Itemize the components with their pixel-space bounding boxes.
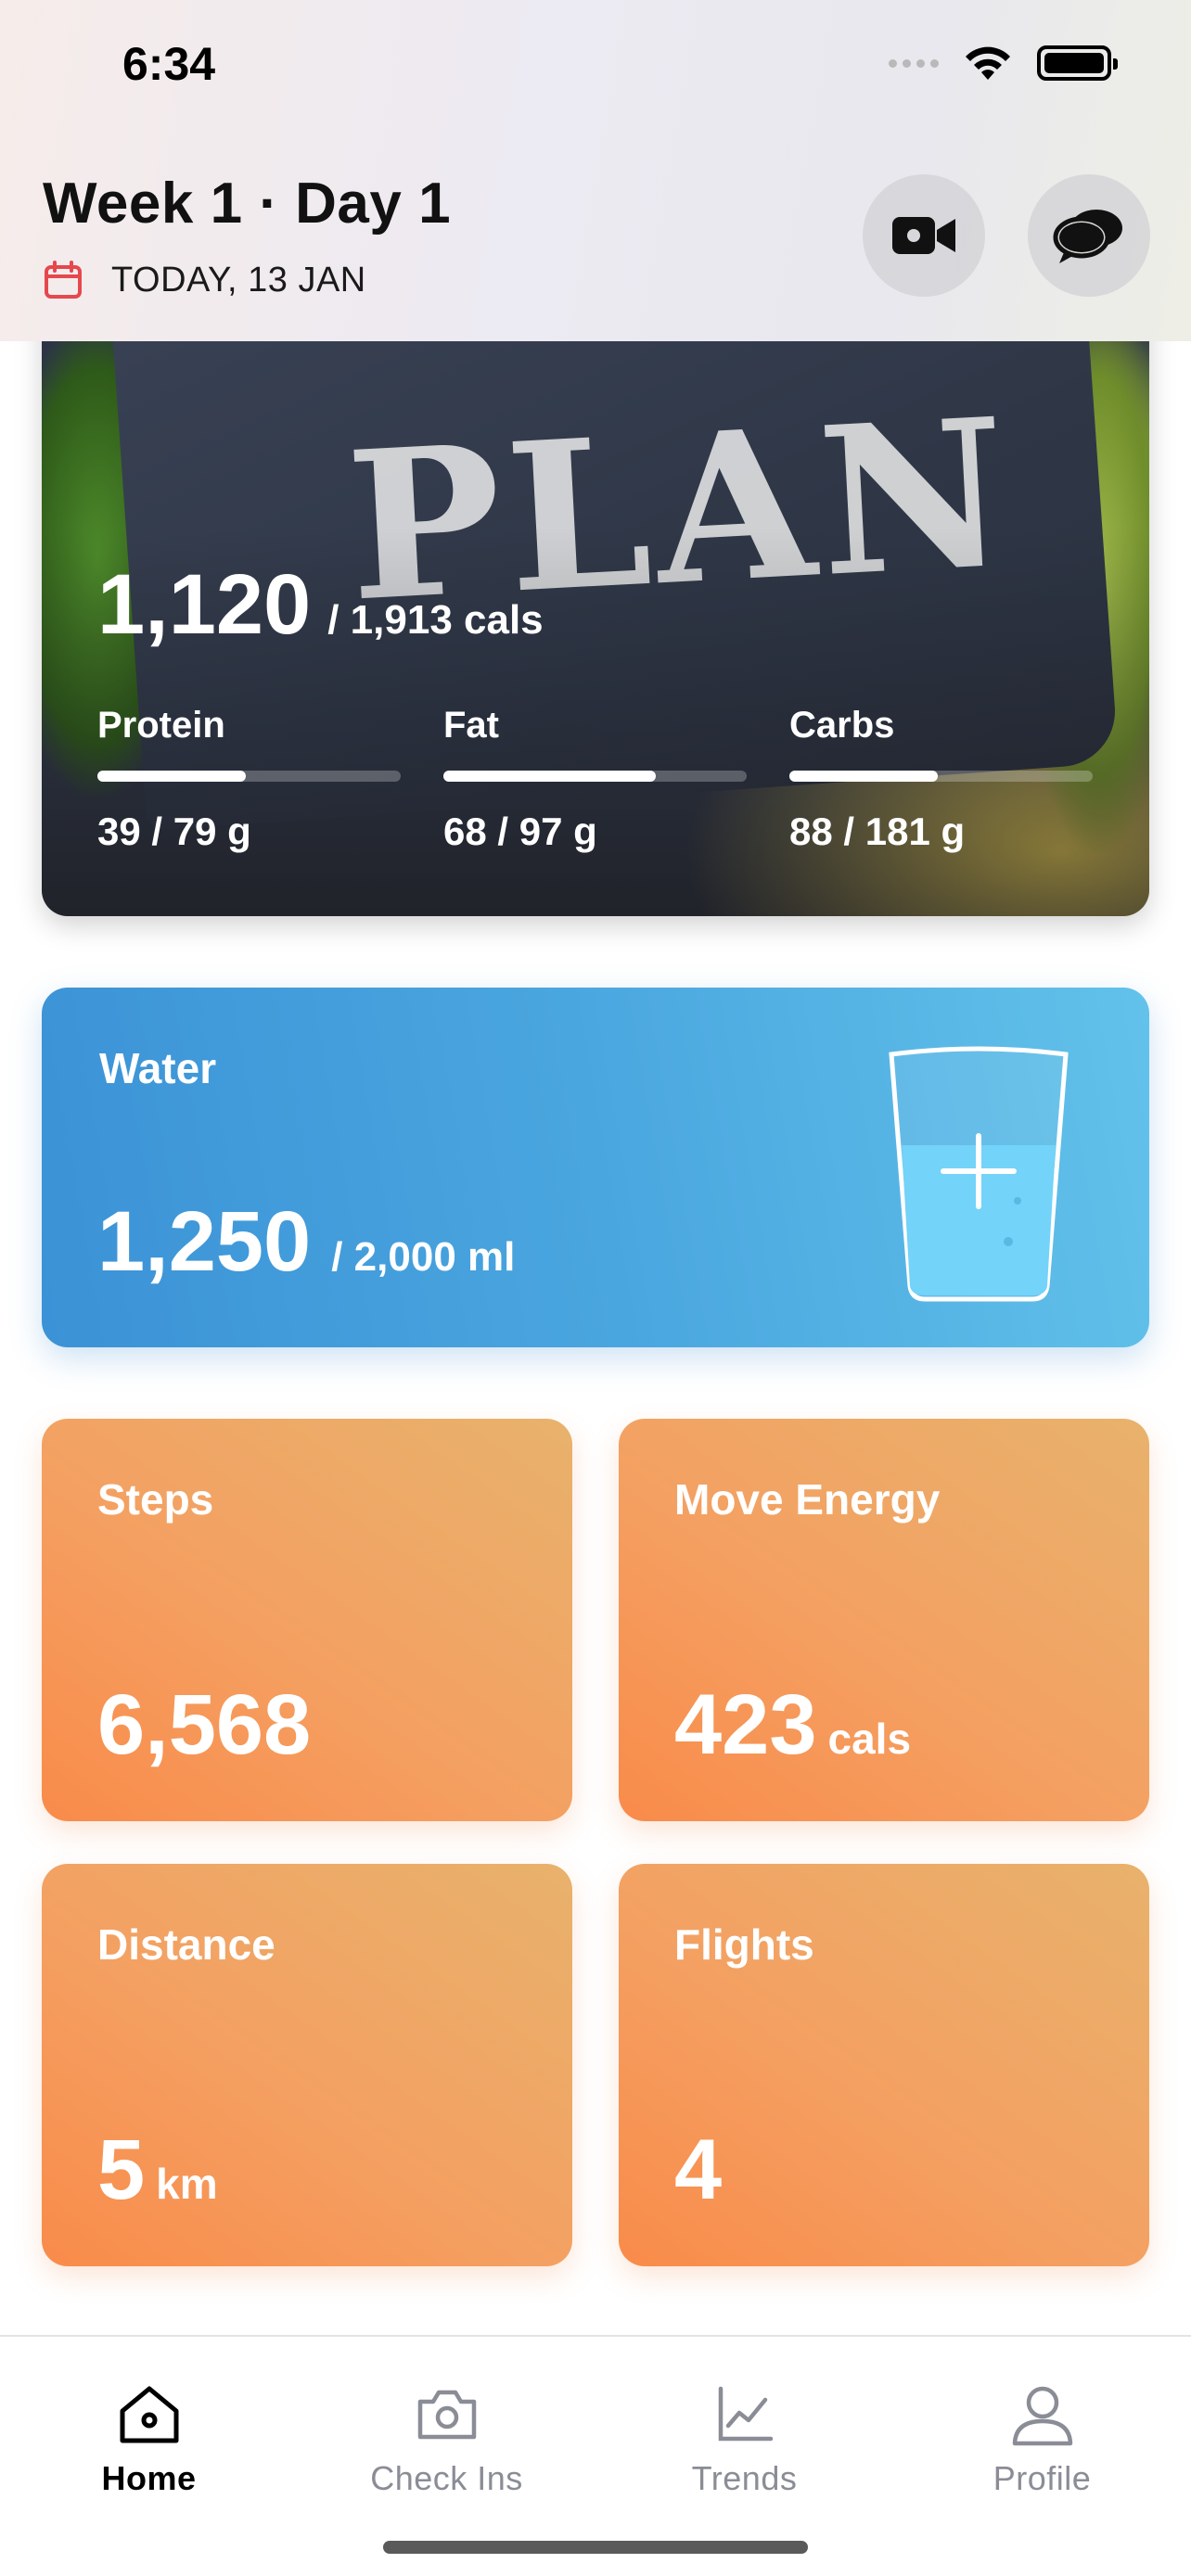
macro-value: 39 / 79 g xyxy=(97,810,251,853)
water-title: Water xyxy=(99,1044,217,1092)
tab-check-ins[interactable]: Check Ins xyxy=(298,2337,596,2513)
tab-label: Trends xyxy=(691,2459,798,2497)
video-call-button[interactable] xyxy=(863,174,985,297)
calories-total: / 1,913 cals xyxy=(327,597,544,643)
move-energy-card[interactable]: Move Energy 423 cals xyxy=(619,1419,1149,1821)
home-icon xyxy=(120,2386,178,2443)
macro-progress-fill xyxy=(789,771,939,782)
chart-icon xyxy=(718,2386,773,2442)
date-row: TODAY, 13 JAN xyxy=(43,260,366,300)
tile-value: 6,568 xyxy=(97,1677,312,1772)
flights-card[interactable]: Flights 4 xyxy=(619,1864,1149,2266)
tile-title: Move Energy xyxy=(674,1475,941,1524)
water-total: / 2,000 ml xyxy=(331,1234,516,1280)
macro-label: Carbs xyxy=(789,705,895,746)
calories-value: 1,120 xyxy=(97,557,312,652)
person-icon xyxy=(1012,2386,1072,2446)
wifi-icon xyxy=(966,46,1010,80)
header: 6:34 Week 1 · Day 1 TODAY, 13 JAN xyxy=(0,0,1191,341)
meal-plan-card[interactable]: PLAN 1,120 / 1,913 cals Protein 39 / 79 … xyxy=(42,278,1149,916)
macro-value: 68 / 97 g xyxy=(443,810,597,853)
distance-card[interactable]: Distance 5 km xyxy=(42,1864,572,2266)
status-icons xyxy=(889,45,1118,82)
battery-icon xyxy=(1037,45,1118,81)
macro-label: Fat xyxy=(443,705,499,746)
home-indicator[interactable] xyxy=(383,2541,808,2554)
calories-row: 1,120 / 1,913 cals xyxy=(97,556,544,654)
macro-progress-track xyxy=(789,771,1093,782)
tab-label: Check Ins xyxy=(370,2459,523,2497)
water-card[interactable]: Water 1,250 / 2,000 ml xyxy=(42,988,1149,1347)
macro-progress-track xyxy=(97,771,401,782)
macro-value: 88 / 181 g xyxy=(789,810,966,853)
macros: Protein 39 / 79 g Fat 68 / 97 g Carbs 88… xyxy=(97,705,1093,854)
tab-label: Home xyxy=(101,2459,197,2497)
tile-title: Steps xyxy=(97,1475,214,1524)
tab-profile[interactable]: Profile xyxy=(893,2337,1191,2513)
macro-progress-track xyxy=(443,771,747,782)
macro-fat: Fat 68 / 97 g xyxy=(443,705,747,854)
chat-icon xyxy=(1053,210,1122,263)
status-time: 6:34 xyxy=(122,38,216,90)
macro-carbs: Carbs 88 / 181 g xyxy=(789,705,1093,854)
signal-icon xyxy=(889,58,939,68)
camera-icon xyxy=(417,2390,476,2440)
tile-value: 423 xyxy=(674,1677,817,1772)
macro-progress-fill xyxy=(443,771,656,782)
tile-value: 5 xyxy=(97,2123,146,2217)
chat-button[interactable] xyxy=(1028,174,1150,297)
tile-title: Flights xyxy=(674,1920,814,1969)
page-title: Week 1 · Day 1 xyxy=(43,172,452,236)
macro-protein: Protein 39 / 79 g xyxy=(97,705,401,854)
water-value: 1,250 xyxy=(97,1194,312,1289)
tab-home[interactable]: Home xyxy=(0,2337,298,2513)
tab-bar: Home Check Ins Trends Profile xyxy=(0,2335,1191,2576)
tab-label: Profile xyxy=(992,2459,1092,2497)
macro-progress-fill xyxy=(97,771,247,782)
water-row: 1,250 / 2,000 ml xyxy=(97,1193,515,1291)
calendar-icon xyxy=(45,261,82,299)
date-label: TODAY, 13 JAN xyxy=(111,260,366,300)
macro-label: Protein xyxy=(97,705,225,746)
tile-unit: km xyxy=(156,2160,218,2208)
tile-unit: cals xyxy=(827,1715,912,1763)
add-water-glass-icon[interactable] xyxy=(886,1043,1071,1303)
video-icon xyxy=(892,217,955,254)
tab-trends[interactable]: Trends xyxy=(596,2337,893,2513)
steps-card[interactable]: Steps 6,568 xyxy=(42,1419,572,1821)
tile-title: Distance xyxy=(97,1920,275,1969)
tile-value: 4 xyxy=(674,2123,723,2217)
